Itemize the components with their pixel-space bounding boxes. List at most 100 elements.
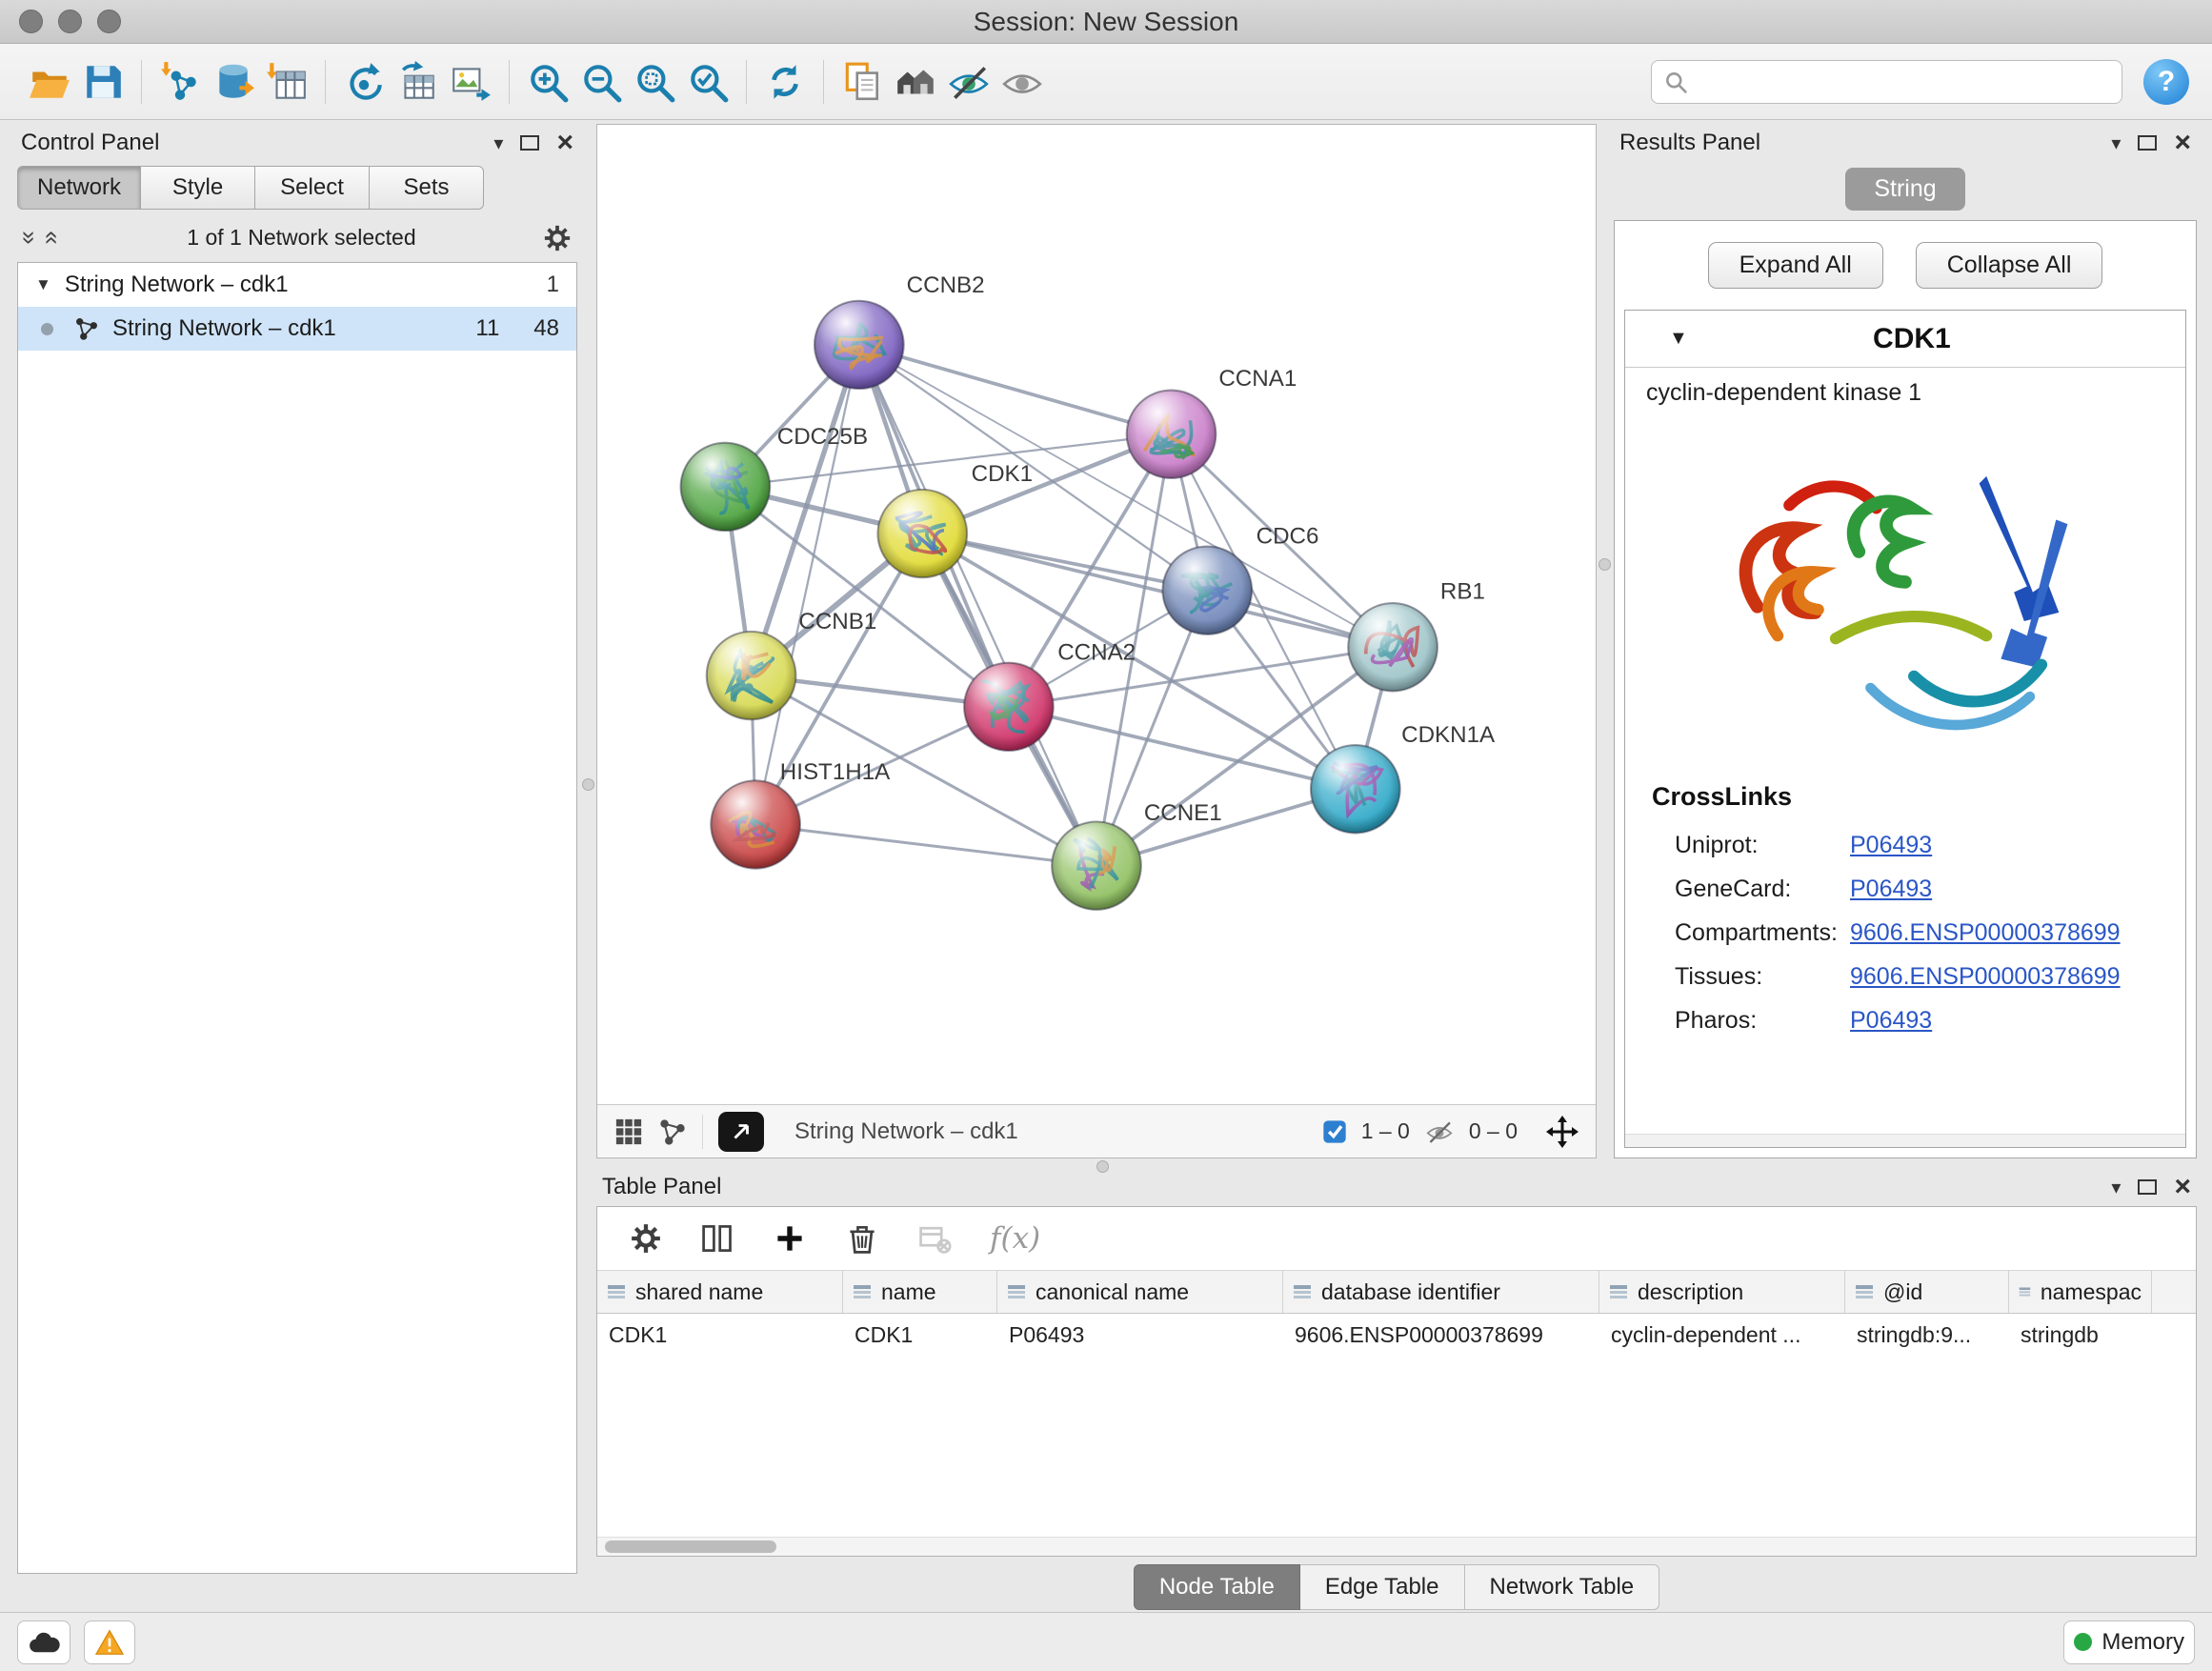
table-cell[interactable]: P06493 [997, 1314, 1283, 1356]
crosslink-link[interactable]: P06493 [1850, 876, 1932, 903]
grid-view-icon[interactable] [614, 1117, 643, 1146]
panel-float-icon[interactable] [2138, 135, 2157, 151]
zoom-in-button[interactable] [521, 54, 574, 110]
hidden-eye-slash-icon[interactable] [1423, 1117, 1456, 1146]
column-header-@id[interactable]: @id [1845, 1271, 2009, 1313]
network-edge-CCNB2-CCNA1[interactable] [859, 345, 1172, 434]
network-node-CCNE1[interactable]: CCNE1 [1052, 800, 1222, 910]
column-header-shared-name[interactable]: shared name [597, 1271, 843, 1313]
network-edge-HIST1H1A-CCNE1[interactable] [755, 824, 1096, 865]
birdseye-toggle-button[interactable] [718, 1112, 764, 1152]
delete-column-icon[interactable] [845, 1221, 879, 1256]
table-cell[interactable]: stringdb:9... [1845, 1314, 2009, 1356]
splitter-handle[interactable] [582, 778, 594, 791]
panel-close-icon[interactable]: × [2174, 129, 2191, 157]
select-columns-icon[interactable] [700, 1221, 734, 1256]
import-network-file-button[interactable] [153, 54, 207, 110]
crosslink-link[interactable]: P06493 [1850, 832, 1932, 859]
panel-menu-icon[interactable]: ▾ [493, 131, 503, 155]
zoom-selected-button[interactable] [681, 54, 734, 110]
panel-close-icon[interactable]: × [2174, 1173, 2191, 1201]
network-edge-CDK1-RB1[interactable] [922, 534, 1393, 647]
save-session-button[interactable] [76, 54, 130, 110]
import-table-icon [265, 60, 309, 104]
tab-network-table[interactable]: Network Table [1465, 1564, 1660, 1610]
network-node-CDKN1A[interactable]: CDKN1A [1311, 722, 1495, 833]
crosslink-link[interactable]: 9606.ENSP00000378699 [1850, 963, 2121, 991]
crosslink-link[interactable]: P06493 [1850, 1007, 1932, 1035]
panel-float-icon[interactable] [520, 135, 539, 151]
network-share-icon[interactable] [658, 1117, 687, 1146]
table-cell[interactable]: CDK1 [597, 1314, 843, 1356]
gear-icon[interactable] [630, 1222, 662, 1255]
zoom-fit-button[interactable] [628, 54, 681, 110]
column-header-namespac[interactable]: namespac [2009, 1271, 2152, 1313]
tab-edge-table[interactable]: Edge Table [1300, 1564, 1465, 1610]
hide-selected-button[interactable] [942, 54, 995, 110]
network-node-HIST1H1A[interactable]: HIST1H1A [711, 759, 890, 869]
gear-icon[interactable] [543, 224, 572, 252]
panel-menu-icon[interactable]: ▾ [2111, 1176, 2121, 1199]
zoom-out-button[interactable] [574, 54, 628, 110]
panel-float-icon[interactable] [2138, 1179, 2157, 1195]
home-view-button[interactable] [889, 54, 942, 110]
import-table-button[interactable] [260, 54, 313, 110]
add-column-icon[interactable] [773, 1221, 807, 1256]
tab-select[interactable]: Select [255, 166, 370, 210]
export-image-button[interactable] [444, 54, 497, 110]
column-header-canonical-name[interactable]: canonical name [997, 1271, 1283, 1313]
network-graph[interactable]: CCNB2CCNA1CDC25BCDK1CDC6RB1CCNB1CCNA2CDK… [597, 125, 1596, 1104]
apply-layout-button[interactable] [758, 54, 812, 110]
modify-table-button[interactable] [391, 54, 444, 110]
splitter-handle[interactable] [1599, 558, 1611, 571]
scrollbar-thumb[interactable] [605, 1540, 776, 1553]
tab-string[interactable]: String [1845, 168, 1964, 211]
network-canvas[interactable]: CCNB2CCNA1CDC25BCDK1CDC6RB1CCNB1CCNA2CDK… [597, 125, 1596, 1104]
crosshair-icon[interactable] [1546, 1116, 1579, 1148]
results-scrollbar[interactable] [1625, 1134, 2185, 1147]
table-cell[interactable]: stringdb [2009, 1314, 2152, 1356]
network-row-selected[interactable]: String Network – cdk1 11 48 [18, 307, 576, 351]
column-header-database-identifier[interactable]: database identifier [1283, 1271, 1599, 1313]
column-header-description[interactable]: description [1599, 1271, 1845, 1313]
table-hscrollbar[interactable] [597, 1537, 2196, 1556]
open-session-button[interactable] [23, 54, 76, 110]
table-cell[interactable]: CDK1 [843, 1314, 997, 1356]
warnings-button[interactable] [84, 1621, 135, 1664]
table-cell[interactable]: cyclin-dependent ... [1599, 1314, 1845, 1356]
collection-expand-icon[interactable]: ▼ [35, 275, 51, 294]
collapse-all-button[interactable]: Collapse All [1916, 242, 2103, 289]
crosslink-link[interactable]: 9606.ENSP00000378699 [1850, 919, 2121, 947]
show-all-button[interactable] [995, 54, 1049, 110]
table-row[interactable]: CDK1CDK1P064939606.ENSP00000378699cyclin… [597, 1314, 2196, 1356]
network-node-CCNB2[interactable]: CCNB2 [814, 272, 985, 389]
network-view: CCNB2CCNA1CDC25BCDK1CDC6RB1CCNB1CCNA2CDK… [596, 124, 1597, 1158]
tab-sets[interactable]: Sets [370, 166, 484, 210]
memory-button[interactable]: Memory [2063, 1621, 2195, 1664]
table-cell[interactable]: 9606.ENSP00000378699 [1283, 1314, 1599, 1356]
panel-close-icon[interactable]: × [556, 129, 573, 157]
import-network-database-button[interactable] [207, 54, 260, 110]
network-node-RB1[interactable]: RB1 [1348, 579, 1485, 692]
help-button[interactable]: ? [2143, 59, 2189, 105]
cloud-button[interactable] [17, 1621, 70, 1664]
network-node-CDK1[interactable]: CDK1 [877, 461, 1033, 577]
function-builder-button[interactable]: f(x) [990, 1221, 1040, 1256]
network-collection-row[interactable]: ▼ String Network – cdk1 1 [18, 263, 576, 307]
column-header-name[interactable]: name [843, 1271, 997, 1313]
panel-menu-icon[interactable]: ▾ [2111, 131, 2121, 155]
modify-network-button[interactable] [337, 54, 391, 110]
collapse-all-icon[interactable]: « [38, 231, 68, 244]
network-node-CCNA1[interactable]: CCNA1 [1127, 366, 1297, 478]
tab-network[interactable]: Network [17, 166, 141, 210]
network-edge-CCNB2-CCNE1[interactable] [859, 345, 1096, 866]
network-node-CCNB1[interactable]: CCNB1 [707, 609, 877, 719]
splitter-handle[interactable] [1096, 1160, 1109, 1173]
tab-style[interactable]: Style [141, 166, 255, 210]
copy-document-button[interactable] [835, 54, 889, 110]
selected-checkbox-icon[interactable] [1321, 1118, 1348, 1145]
expand-all-button[interactable]: Expand All [1708, 242, 1883, 289]
search-input[interactable] [1696, 69, 2110, 95]
network-edge-CCNB2-HIST1H1A[interactable] [755, 345, 859, 825]
tab-node-table[interactable]: Node Table [1134, 1564, 1300, 1610]
